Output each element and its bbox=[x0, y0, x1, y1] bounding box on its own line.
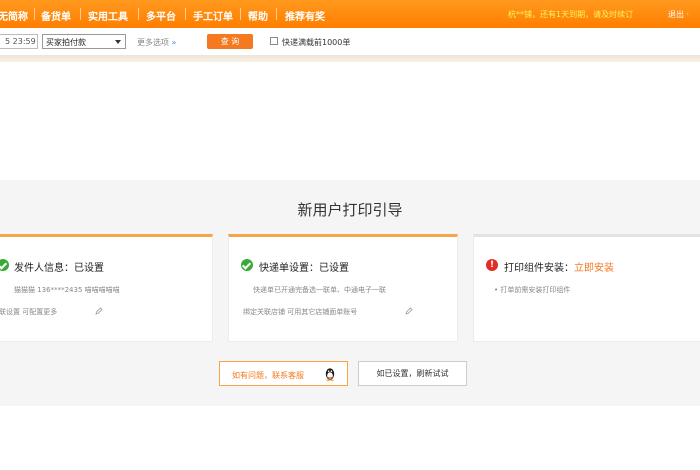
print-component-heading-label: 打印组件安装： bbox=[504, 263, 574, 274]
top-nav: 无简称 备货单 实用工具 多平台 手工订单 帮助 推荐有奖 杭**铺，还有1天到… bbox=[0, 0, 700, 28]
nav-item-help[interactable]: 帮助 bbox=[248, 8, 268, 23]
logout-link[interactable]: 退出 · bbox=[668, 9, 689, 20]
time-type-select[interactable]: 买家拍付款 bbox=[42, 34, 126, 49]
print-component-heading: 打印组件安装：立即安装 bbox=[504, 259, 614, 274]
waybill-settings-heading: 快递单设置：已设置 bbox=[259, 263, 349, 274]
pencil-icon[interactable] bbox=[405, 307, 413, 315]
sender-info-setting-link[interactable]: 联设置 可配置更多 bbox=[0, 307, 57, 317]
nav-separator bbox=[276, 8, 277, 20]
bind-shop-link[interactable]: 绑定关联店铺 可用其它店铺面单账号 bbox=[243, 307, 357, 317]
sender-info-card: 发件人信息：已设置 猫猫猫 136****2435 喵喵喵喵喵 联设置 可配置更… bbox=[0, 234, 213, 342]
time-type-select-value: 买家拍付款 bbox=[46, 38, 86, 47]
check-circle-icon bbox=[241, 259, 253, 271]
expiry-notice[interactable]: 杭**铺，还有1天到期，请及时续订 bbox=[508, 9, 633, 20]
install-now-link[interactable]: 立即安装 bbox=[574, 263, 614, 274]
quick-full-checkbox[interactable] bbox=[270, 37, 278, 45]
check-circle-icon bbox=[0, 259, 9, 271]
nav-item-multi-platform[interactable]: 多平台 bbox=[146, 8, 176, 23]
print-component-detail: • 打单前需安装打印组件 bbox=[494, 286, 571, 294]
more-options-label: 更多选项 bbox=[137, 38, 169, 47]
guide-title: 新用户打印引导 bbox=[297, 201, 403, 219]
nav-item-tools[interactable]: 实用工具 bbox=[88, 8, 128, 23]
end-date-input[interactable]: 5 23:59 bbox=[0, 34, 38, 49]
waybill-settings-detail: 快递单已开通完备选一联单、中通电子一联 bbox=[253, 286, 386, 294]
refresh-retry-button[interactable]: 如已设置，刷新试试 bbox=[358, 361, 467, 386]
pencil-icon[interactable] bbox=[95, 307, 103, 315]
nav-separator bbox=[138, 8, 139, 20]
contact-support-button[interactable]: 如有问题，联系客服 bbox=[219, 361, 348, 386]
toolbar-divider bbox=[0, 56, 700, 62]
nav-separator bbox=[185, 8, 186, 20]
query-button[interactable]: 查 询 bbox=[207, 34, 253, 49]
more-options-link[interactable]: 更多选项 » bbox=[137, 37, 176, 48]
nav-item-referral[interactable]: 推荐有奖 bbox=[285, 8, 325, 23]
nav-separator bbox=[240, 8, 241, 20]
filter-toolbar: 5 23:59 买家拍付款 更多选项 » 查 询 快递满载前1000单 bbox=[0, 28, 700, 56]
nav-item-manual-orders[interactable]: 手工订单 bbox=[193, 8, 233, 23]
sender-info-heading: 发件人信息：已设置 bbox=[14, 263, 104, 274]
nav-item-shortname[interactable]: 无简称 bbox=[0, 8, 28, 23]
error-circle-icon: ! bbox=[486, 259, 498, 271]
contact-support-label: 如有问题，联系客服 bbox=[232, 371, 304, 380]
print-component-card: ! 打印组件安装：立即安装 • 打单前需安装打印组件 bbox=[473, 234, 700, 342]
chevron-down-icon bbox=[115, 40, 121, 44]
qq-penguin-icon bbox=[325, 368, 335, 381]
sender-info-detail: 猫猫猫 136****2435 喵喵喵喵喵 bbox=[14, 286, 120, 294]
quick-full-label[interactable]: 快递满载前1000单 bbox=[282, 37, 350, 48]
nav-separator bbox=[80, 8, 81, 20]
waybill-settings-card: 快递单设置：已设置 快递单已开通完备选一联单、中通电子一联 绑定关联店铺 可用其… bbox=[228, 234, 458, 342]
nav-item-stock-list[interactable]: 备货单 bbox=[41, 8, 71, 23]
nav-separator bbox=[34, 8, 35, 20]
double-chevron-right-icon: » bbox=[171, 38, 177, 47]
